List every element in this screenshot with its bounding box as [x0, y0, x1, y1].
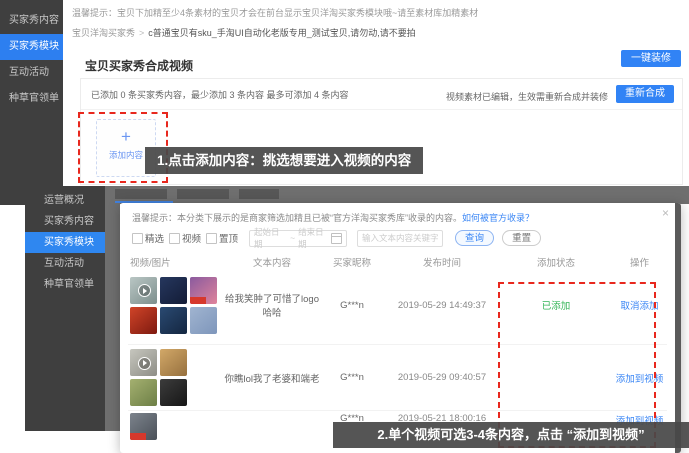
image-thumbnail[interactable]	[160, 349, 187, 376]
sidebar-item-buyershow-module[interactable]: 买家秀模块	[25, 232, 105, 253]
sidebar-item-interactive-activity[interactable]: 互动活动	[0, 60, 63, 86]
image-thumbnail[interactable]	[190, 277, 217, 304]
screenshot-root: 温馨提示：宝贝下加精至少4条素材的宝贝才会在前台显示宝贝洋淘买家秀模块哦~请至素…	[0, 0, 689, 453]
section-title: 宝贝买家秀合成视频	[85, 57, 193, 74]
thumbnail-grid	[128, 277, 224, 334]
official-include-link[interactable]: 如何被官方收录？	[462, 213, 534, 223]
buyer-nickname-cell: G***n	[320, 372, 384, 383]
filter-bar: 精选 视频 置顶 起始日期 ~ 结束日期 输入文本内容关键字 查询 重置	[132, 229, 541, 247]
recompose-button[interactable]: 重新合成	[616, 85, 674, 103]
modal-scrollbar[interactable]	[675, 203, 681, 453]
sidebar-item-buyershow-content[interactable]: 买家秀内容	[0, 8, 63, 34]
close-icon[interactable]: ×	[662, 207, 669, 219]
date-separator: ~	[290, 233, 295, 243]
buyer-nickname-cell: G***n	[320, 300, 384, 311]
image-thumbnail[interactable]	[130, 379, 157, 406]
checkbox-icon[interactable]	[169, 233, 180, 244]
sidebar-item-operation-overview[interactable]: 运营概况	[25, 190, 105, 211]
thumbnails-cell	[128, 413, 224, 440]
search-button[interactable]: 查询	[455, 230, 494, 246]
breadcrumb-parent[interactable]: 宝贝洋淘买家秀	[72, 28, 135, 38]
image-thumbnail[interactable]	[160, 307, 187, 334]
modal-tip: 温馨提示：本分类下展示的是商家筛选加精且已被“官方洋淘买家秀库”收录的内容。如何…	[132, 211, 534, 224]
page-tip: 温馨提示：宝贝下加精至少4条素材的宝贝才会在前台显示宝贝洋淘买家秀模块哦~请至素…	[72, 6, 478, 19]
keyword-input[interactable]: 输入文本内容关键字	[357, 230, 443, 247]
thumbnails-cell	[128, 277, 224, 334]
thumbnail-grid	[128, 413, 224, 440]
edit-notice: 视频素材已编辑，生效需重新合成并装修	[446, 90, 608, 103]
dimmed-tab	[239, 189, 279, 199]
window2-sidebar: 运营概况 买家秀内容 买家秀模块 互动活动 种草官领单	[25, 186, 105, 431]
play-icon	[138, 284, 151, 297]
sidebar-item-interactive-activity[interactable]: 互动活动	[25, 253, 105, 274]
image-thumbnail[interactable]	[130, 413, 157, 440]
filter-checkbox-pinned[interactable]: 置顶	[206, 231, 238, 245]
date-range-input[interactable]: 起始日期 ~ 结束日期	[249, 230, 347, 247]
added-count-summary: 已添加 0 条买家秀内容，最少添加 3 条内容 最多可添加 4 条内容	[91, 88, 349, 101]
checkbox-icon[interactable]	[132, 233, 143, 244]
dimmed-content-strip	[105, 204, 120, 431]
publish-time-cell: 2019-05-29 09:40:57	[384, 372, 500, 383]
annotation-callout-1: 1.点击添加内容：挑选想要进入视频的内容	[145, 147, 423, 174]
play-icon	[138, 357, 151, 370]
filter-checkbox-featured[interactable]: 精选	[132, 231, 164, 245]
video-thumbnail[interactable]	[130, 349, 157, 376]
video-thumbnail[interactable]	[130, 277, 157, 304]
date-start-placeholder: 起始日期	[254, 226, 287, 250]
calendar-icon	[331, 233, 342, 244]
card-divider	[81, 109, 682, 110]
reset-button[interactable]: 重置	[502, 230, 541, 246]
sidebar-item-grass-official[interactable]: 种草官领单	[25, 274, 105, 295]
checkbox-icon[interactable]	[206, 233, 217, 244]
sidebar-item-grass-official[interactable]: 种草官领单	[0, 86, 63, 112]
dimmed-tab	[115, 189, 167, 199]
image-thumbnail[interactable]	[130, 307, 157, 334]
image-thumbnail[interactable]	[190, 307, 217, 334]
content-text-cell: 给我笑肿了可惜了logo哈哈	[224, 291, 320, 319]
window1-sidebar: 买家秀内容 买家秀模块 互动活动 种草官领单	[0, 0, 63, 205]
sidebar-item-buyershow-content[interactable]: 买家秀内容	[25, 211, 105, 232]
thumbnails-cell	[128, 349, 224, 406]
image-thumbnail[interactable]	[160, 277, 187, 304]
breadcrumb: 宝贝洋淘买家秀 > c普通宝贝有sku_手淘UI自动化老版专用_测试宝贝,请勿动,请…	[72, 26, 416, 39]
sidebar-item-buyershow-module[interactable]: 买家秀模块	[0, 34, 63, 60]
date-end-placeholder: 结束日期	[298, 226, 331, 250]
publish-time-cell: 2019-05-29 14:49:37	[384, 300, 500, 311]
thumbnail-tag	[190, 297, 206, 304]
breadcrumb-separator: >	[139, 28, 144, 38]
annotation-callout-2: 2.单个视频可选3-4条内容，点击 “添加到视频”	[333, 422, 689, 448]
image-thumbnail[interactable]	[160, 379, 187, 406]
dimmed-tab	[177, 189, 229, 199]
thumbnail-grid	[128, 349, 224, 406]
filter-checkbox-video[interactable]: 视频	[169, 231, 201, 245]
breadcrumb-current: c普通宝贝有sku_手淘UI自动化老版专用_测试宝贝,请勿动,请不要拍	[148, 28, 416, 38]
one-key-decorate-button[interactable]: 一键装修	[621, 50, 681, 67]
thumbnail-tag	[130, 433, 146, 440]
dimmed-content-band	[105, 186, 689, 204]
modal-tip-text: 温馨提示：本分类下展示的是商家筛选加精且已被“官方洋淘买家秀库”收录的内容。	[132, 213, 462, 223]
content-text-cell: 你瞧lol我了老婆和端老	[224, 371, 320, 385]
